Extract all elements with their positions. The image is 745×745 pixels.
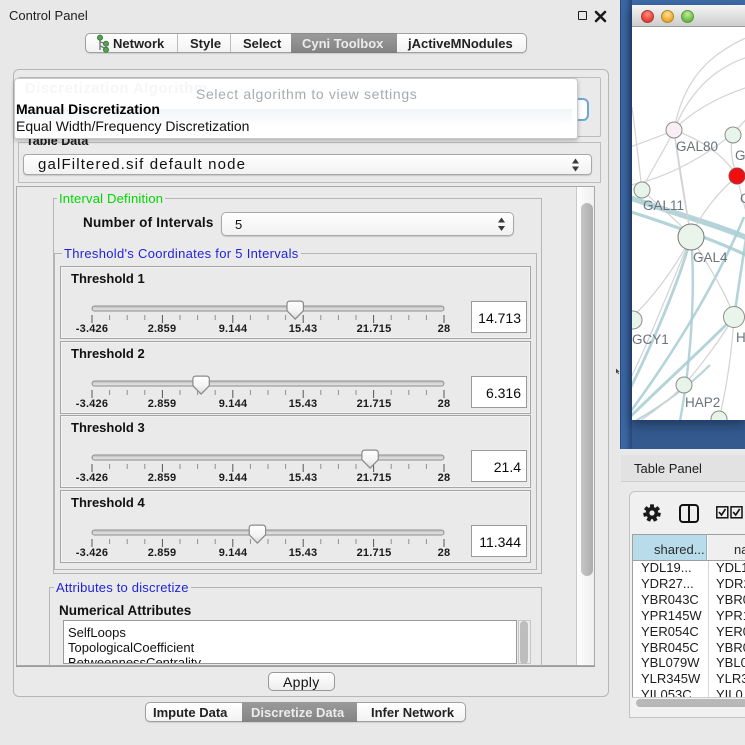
svg-text:GCY1: GCY1 — [632, 332, 669, 347]
svg-text:GA: GA — [735, 148, 745, 163]
svg-text:GAL80: GAL80 — [676, 139, 718, 154]
svg-text:HAP2: HAP2 — [685, 395, 720, 410]
svg-text:H: H — [736, 330, 745, 345]
svg-text:C: C — [740, 191, 745, 206]
svg-text:GAL11: GAL11 — [643, 198, 684, 213]
svg-text:GAL4: GAL4 — [693, 250, 728, 265]
